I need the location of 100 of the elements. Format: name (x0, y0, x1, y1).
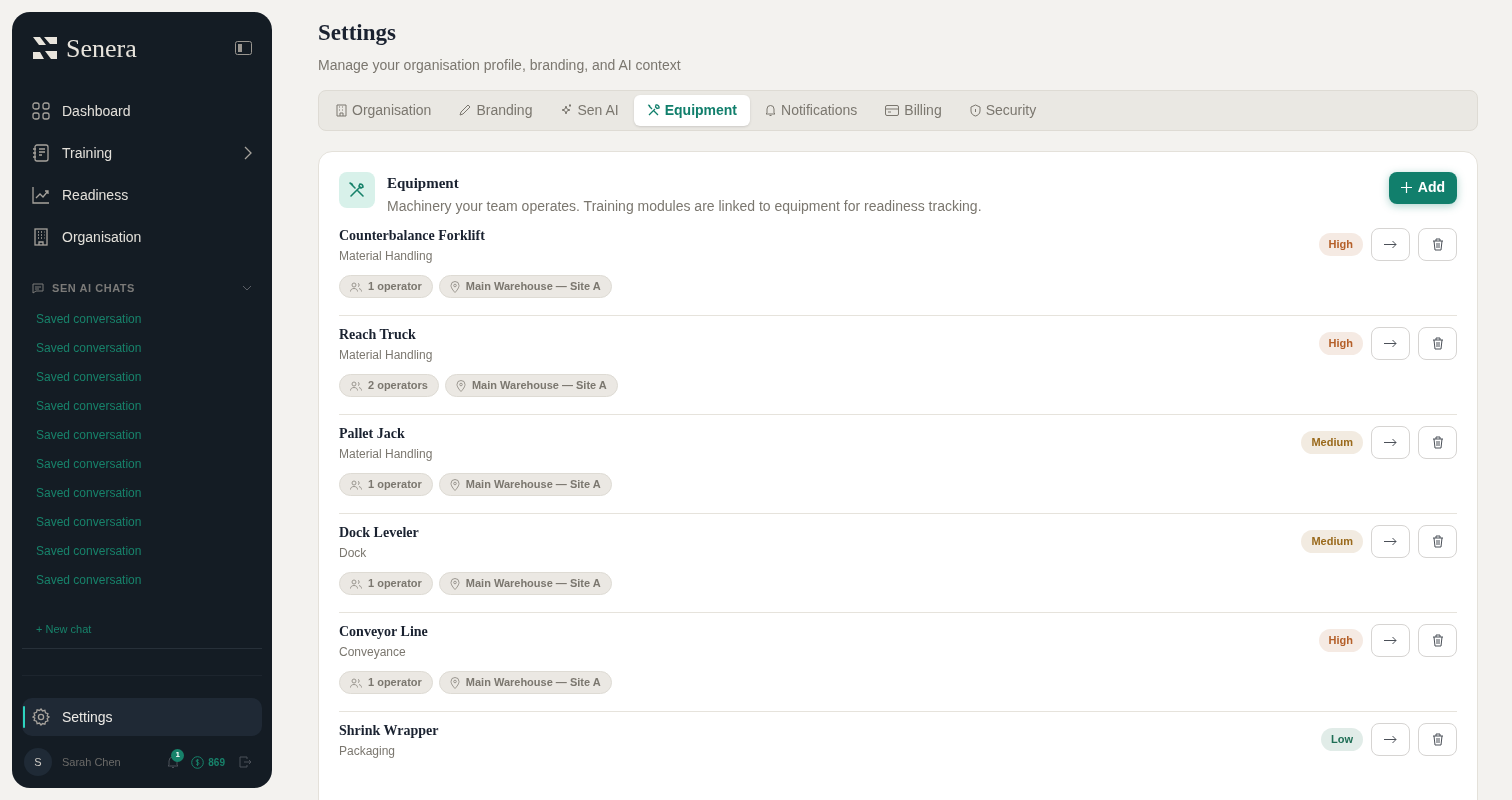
equipment-category: Material Handling (339, 347, 434, 364)
trash-icon (1431, 337, 1444, 350)
brand-name: Senera (66, 32, 137, 65)
chat-link[interactable]: Saved conversation (22, 536, 262, 566)
settings-icon (32, 708, 50, 726)
open-button[interactable] (1371, 525, 1410, 558)
delete-button[interactable] (1418, 624, 1457, 657)
location-tag: Main Warehouse — Site A (438, 671, 612, 694)
equipment-category: Dock (339, 545, 368, 562)
arrow-right-icon (1384, 240, 1397, 249)
active-indicator (23, 706, 25, 728)
tab[interactable]: Notifications (752, 94, 871, 126)
delete-button[interactable] (1418, 525, 1457, 558)
equipment-name: Dock Leveler (339, 524, 420, 542)
operator-count-tag: 1 operator (339, 473, 433, 496)
tab[interactable]: Sen AI (547, 94, 632, 126)
operator-count-tag: 1 operator (339, 572, 433, 595)
pen-icon (459, 104, 472, 116)
users-icon (350, 479, 362, 490)
section-description: Machinery your team operates. Training modules are linked to equipment for readiness tracking. (387, 197, 982, 216)
delete-button[interactable] (1418, 723, 1457, 756)
location-tag: Main Warehouse — Site A (444, 374, 618, 397)
equipment-category: Conveyance (339, 644, 407, 661)
open-button[interactable] (1371, 327, 1410, 360)
bell-icon[interactable] (167, 755, 180, 769)
users-icon (350, 281, 362, 292)
plus-icon (1400, 182, 1412, 193)
nav-item[interactable]: Dashboard (22, 92, 262, 130)
open-button[interactable] (1371, 723, 1410, 756)
chevron-down-icon[interactable] (242, 285, 252, 292)
building-icon (32, 228, 50, 246)
arrow-right-icon (1384, 537, 1397, 546)
tab[interactable]: Billing (872, 94, 955, 126)
delete-button[interactable] (1418, 228, 1457, 261)
equipment-category: Material Handling (339, 446, 434, 463)
open-button[interactable] (1371, 426, 1410, 459)
tab[interactable]: Equipment (633, 94, 751, 126)
section-title: Equipment (387, 173, 460, 193)
arrow-right-icon (1384, 636, 1397, 645)
chat-link[interactable]: Saved conversation (22, 420, 262, 450)
tools-icon (348, 180, 366, 199)
tab[interactable]: Security (956, 94, 1050, 126)
chat-link[interactable]: Saved conversation (22, 507, 262, 537)
tab[interactable]: Organisation (323, 94, 445, 126)
page-subtitle: Manage your organisation profile, branding, and AI context (318, 55, 682, 75)
open-button[interactable] (1371, 624, 1410, 657)
risk-badge: Medium (1301, 530, 1363, 553)
arrow-right-icon (1384, 339, 1397, 348)
delete-button[interactable] (1418, 426, 1457, 459)
tools-icon (646, 103, 660, 117)
sparkle-icon (560, 104, 573, 116)
equipment-name: Reach Truck (339, 326, 417, 344)
add-button[interactable]: Add (1388, 171, 1457, 204)
location-tag: Main Warehouse — Site A (438, 473, 612, 496)
location-tag: Main Warehouse — Site A (438, 275, 612, 298)
equipment-category: Material Handling (339, 248, 434, 265)
risk-badge: High (1318, 233, 1363, 256)
sidebar-toggle-icon[interactable] (235, 41, 252, 55)
user-avatar[interactable]: S (24, 748, 52, 776)
grid-icon (32, 102, 50, 120)
users-icon (350, 578, 362, 589)
risk-badge: High (1318, 332, 1363, 355)
operator-count-tag: 2 operators (339, 374, 439, 397)
open-button[interactable] (1371, 228, 1410, 261)
chat-link[interactable]: Saved conversation (22, 478, 262, 508)
trash-icon (1431, 535, 1444, 548)
equipment-name: Shrink Wrapper (339, 722, 440, 740)
operator-count-tag: 1 operator (339, 275, 433, 298)
tab[interactable]: Branding (446, 94, 546, 126)
chat-link[interactable]: Saved conversation (22, 449, 262, 479)
chat-link[interactable]: Saved conversation (22, 391, 262, 421)
shield-icon (969, 103, 981, 117)
risk-badge: Low (1321, 728, 1363, 751)
nav-item[interactable]: Readiness (22, 176, 262, 214)
bell-icon (765, 103, 777, 117)
credit-balance: 869 (208, 755, 225, 770)
nav-item[interactable]: Organisation (22, 218, 262, 256)
nav-item[interactable]: Settings (22, 698, 262, 736)
chat-link[interactable]: Saved conversation (22, 333, 262, 363)
trash-icon (1431, 634, 1444, 647)
arrow-right-icon (1384, 438, 1397, 447)
equipment-name: Pallet Jack (339, 425, 406, 443)
chat-link[interactable]: Saved conversation (22, 362, 262, 392)
trash-icon (1431, 733, 1444, 746)
new-chat-link[interactable]: + New chat (36, 623, 92, 635)
delete-button[interactable] (1418, 327, 1457, 360)
card-icon (885, 104, 900, 116)
users-icon (350, 677, 362, 688)
page-title: Settings (318, 19, 397, 47)
chart-icon (32, 186, 50, 204)
chat-link[interactable]: Saved conversation (22, 565, 262, 595)
equipment-name: Conveyor Line (339, 623, 429, 641)
map-pin-icon (449, 478, 460, 491)
map-pin-icon (455, 379, 466, 392)
equipment-category: Packaging (339, 743, 397, 760)
building-icon (336, 103, 347, 117)
nav-item[interactable]: Training (22, 134, 262, 172)
chat-link[interactable]: Saved conversation (22, 304, 262, 334)
dollar-coin-icon (191, 755, 205, 769)
sign-out-icon[interactable] (239, 756, 252, 768)
